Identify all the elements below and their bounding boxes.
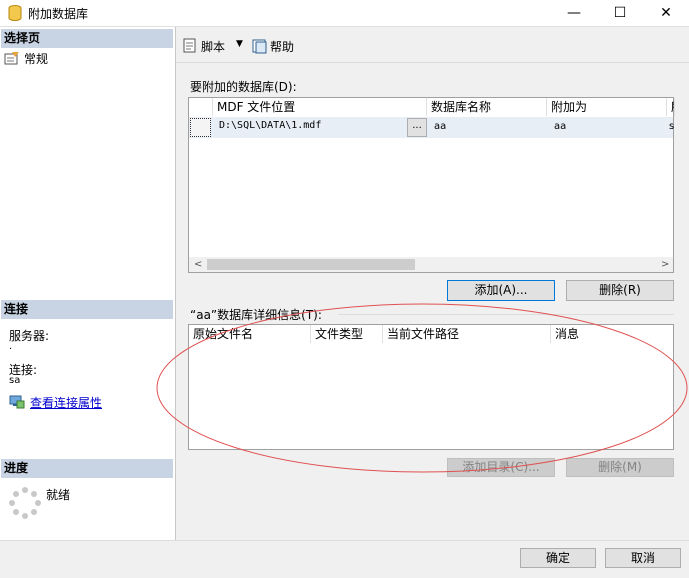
minimize-button[interactable]: — [551, 0, 597, 26]
ok-button[interactable]: 确定 [520, 548, 596, 568]
mdf-path-cell[interactable]: D:\SQL\DATA\1.mdf [219, 120, 321, 131]
column-header-attach-as[interactable]: 附加为 [547, 98, 667, 116]
connection-header: 连接 [1, 300, 173, 319]
row-header-cell [189, 98, 213, 116]
close-button[interactable]: ✕ [643, 0, 689, 26]
script-icon [183, 38, 196, 53]
row-selector[interactable] [190, 118, 211, 137]
title-bar: 附加数据库 — ☐ ✕ [0, 0, 689, 27]
scroll-left-icon[interactable]: < [194, 257, 202, 272]
scrollbar-thumb[interactable] [207, 259, 415, 270]
annotation-ellipse [156, 303, 688, 473]
footer-separator [0, 540, 689, 541]
table-row[interactable]: D:\SQL\DATA\1.mdf ... aa aa s [189, 117, 675, 138]
server-value: . [9, 341, 13, 352]
column-header-db-name[interactable]: 数据库名称 [427, 98, 547, 116]
page-item-label: 常规 [24, 52, 49, 66]
progress-spinner-icon [9, 487, 41, 519]
column-header-owner[interactable]: 所 [667, 98, 675, 116]
left-panel: 选择页 常规 连接 服务器: . 连接: sa 查看连接属性 进度 就绪 [0, 27, 176, 540]
toolbar-separator [176, 62, 689, 63]
db-name-cell[interactable]: aa [434, 121, 446, 132]
attach-databases-label: 要附加的数据库(D): [190, 80, 297, 94]
connection-properties-icon [9, 395, 25, 409]
add-database-button[interactable]: 添加(A)... [447, 280, 555, 301]
horizontal-scrollbar[interactable]: < > [189, 257, 673, 272]
general-page-icon [4, 52, 19, 65]
attach-as-cell[interactable]: aa [554, 121, 566, 132]
script-button[interactable]: 脚本 ▼ [182, 37, 252, 55]
cancel-button[interactable]: 取消 [605, 548, 681, 568]
browse-mdf-button[interactable]: ... [407, 118, 427, 137]
chevron-down-icon: ▼ [236, 39, 243, 49]
attach-databases-grid[interactable]: MDF 文件位置 数据库名称 附加为 所 D:\SQL\DATA\1.mdf .… [188, 97, 675, 273]
help-label: 帮助 [270, 40, 295, 54]
owner-cell[interactable]: s [669, 121, 675, 132]
help-icon [252, 39, 267, 54]
progress-status: 就绪 [46, 488, 71, 502]
script-label: 脚本 [201, 40, 226, 54]
database-icon [8, 5, 22, 21]
server-label: 服务器: [9, 329, 50, 343]
progress-header: 进度 [1, 459, 173, 478]
connection-value: sa [9, 375, 21, 386]
view-connection-properties-link[interactable]: 查看连接属性 [30, 394, 102, 411]
page-item-general[interactable]: 常规 [4, 50, 172, 66]
maximize-button[interactable]: ☐ [597, 0, 643, 26]
select-page-header: 选择页 [1, 29, 173, 48]
window-title: 附加数据库 [28, 7, 89, 21]
scroll-right-icon[interactable]: > [661, 257, 669, 272]
remove-database-button[interactable]: 删除(R) [566, 280, 674, 301]
help-button[interactable]: 帮助 [252, 37, 302, 55]
column-header-mdf[interactable]: MDF 文件位置 [213, 98, 427, 116]
